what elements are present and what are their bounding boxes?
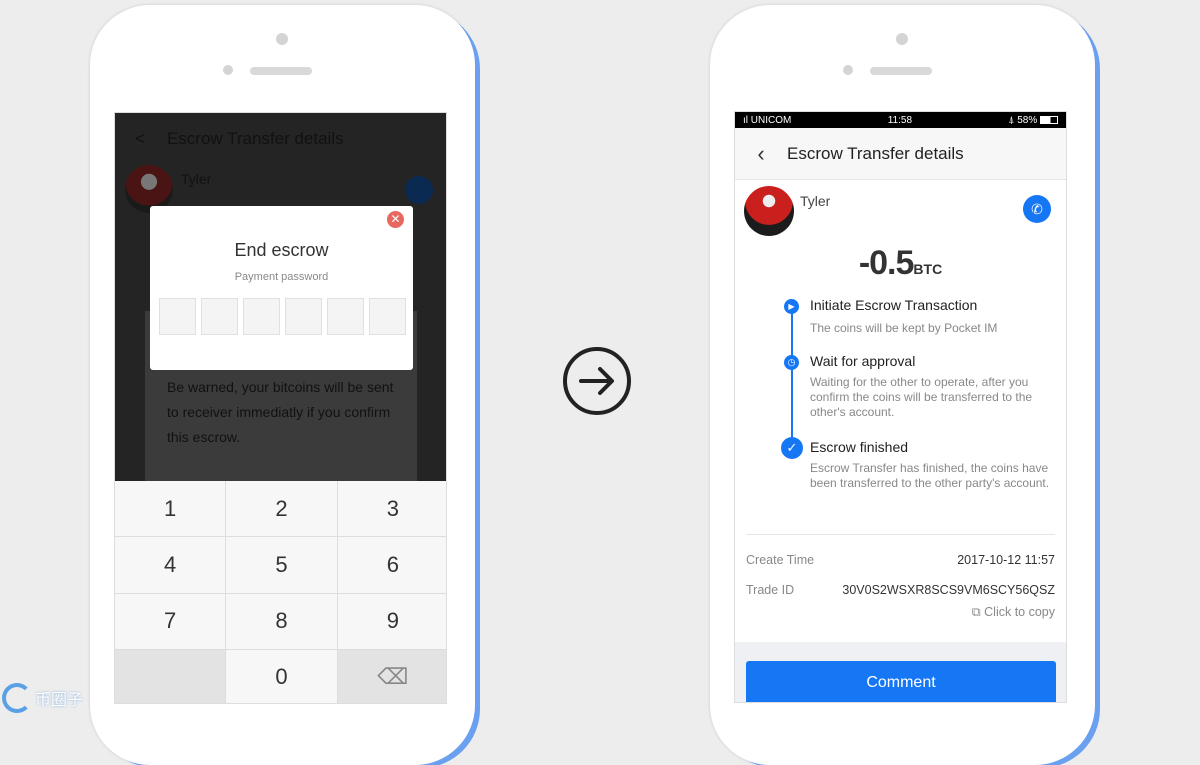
key-0[interactable]: 0 [226,649,337,703]
signal-icon: ıl [743,114,751,126]
step-wait: Wait for approval Waiting for the other … [810,353,1050,420]
user-name: Tyler [181,171,212,187]
step-desc: Waiting for the other to operate, after … [810,375,1033,419]
trade-id-value: 30V0S2WSXR8SCS9VM6SCY56QSZ [842,583,1055,597]
step-desc: Escrow Transfer has finished, the coins … [810,461,1050,490]
user-name: Tyler [800,193,831,209]
arrow-right-icon [563,347,631,415]
avatar[interactable] [744,186,794,236]
battery-icon [1040,115,1058,124]
carrier: UNICOM [750,114,792,126]
check-icon: ✓ [781,437,803,459]
key-8[interactable]: 8 [226,593,337,649]
step-initiate: Initiate Escrow Transaction The coins wi… [810,297,1050,336]
sensor [843,65,853,75]
nav-bar: ‹ Escrow Transfer details [735,128,1066,180]
logo-icon [2,683,32,713]
password-input[interactable] [159,298,406,335]
close-icon[interactable]: ✕ [387,211,404,228]
pin-box[interactable] [327,298,364,335]
right-screen: ıl UNICOM 11:58 ⍋ 58% ‹ Escrow Transfer … [734,111,1067,703]
create-time-value: 2017-10-12 11:57 [957,553,1055,567]
amount: -0.5BTC [735,244,1066,294]
step-desc: The coins will be kept by Pocket IM [810,321,998,335]
watermark-text: 币圈子 [35,692,84,709]
step-finished: Escrow finished Escrow Transfer has fini… [810,439,1050,491]
transaction-info: Create Time 2017-10-12 11:57 Trade ID 30V0… [746,534,1055,620]
dialog-title: End escrow [234,240,329,260]
pin-box[interactable] [285,298,322,335]
progress-timeline: ▶ ◷ ✓ Initiate Escrow Transaction The co… [735,294,1066,534]
key-5[interactable]: 5 [226,537,337,593]
key-7[interactable]: 7 [115,593,226,649]
step-title: Escrow finished [810,439,909,455]
left-phone: < Escrow Transfer details Tyler Be warned… [90,5,475,765]
clock: 11:58 [887,114,913,126]
create-time-label: Create Time [746,553,815,567]
page-title: Escrow Transfer details [787,143,964,163]
step-title: Wait for approval [810,353,916,369]
pin-box[interactable] [159,298,196,335]
clock-icon: ◷ [784,355,799,370]
step-title: Initiate Escrow Transaction [810,297,978,313]
comment-button[interactable]: Comment [746,661,1056,702]
speaker [250,67,312,75]
page-title: Escrow Transfer details [166,129,344,148]
key-9[interactable]: 9 [337,593,446,649]
copy-label: Click to copy [984,605,1055,619]
phone-icon [405,176,433,204]
key-6[interactable]: 6 [337,537,446,593]
trade-id-label: Trade ID [746,583,795,597]
back-icon: < [135,129,145,148]
sensor [223,65,233,75]
battery-percent: 58% [1017,114,1038,126]
right-phone: ıl UNICOM 11:58 ⍋ 58% ‹ Escrow Transfer … [710,5,1095,765]
camera [896,33,908,45]
copy-button[interactable]: ⧉ Click to copy [746,605,1055,620]
bell-icon: ⍋ [1008,114,1018,126]
amount-unit: BTC [913,261,943,277]
phone-call-button[interactable]: ✆ [1023,195,1051,223]
key-2[interactable]: 2 [226,481,337,537]
numeric-keypad: 1 2 3 4 5 6 7 8 9 0 ⌫ [115,481,446,703]
watermark-logo: 币圈子 [2,683,83,713]
dialog-subtitle: Payment password [234,271,329,283]
end-escrow-dialog: ✕ End escrow Payment password [150,206,413,370]
pin-box[interactable] [243,298,280,335]
copy-icon: ⧉ [971,605,985,619]
user-row: Tyler ✆ [735,180,1066,250]
camera [276,33,288,45]
pin-box[interactable] [369,298,406,335]
footer: Comment [735,642,1066,702]
warning-text: Be warned, your bitcoins will be sent to… [167,379,394,445]
key-4[interactable]: 4 [115,537,226,593]
key-3[interactable]: 3 [337,481,446,537]
back-button[interactable]: ‹ [735,141,787,167]
key-blank [115,649,226,703]
key-1[interactable]: 1 [115,481,226,537]
backspace-icon[interactable]: ⌫ [337,649,446,703]
timeline-line [791,306,793,454]
pin-box[interactable] [201,298,238,335]
left-screen: < Escrow Transfer details Tyler Be warned… [114,112,447,704]
speaker [870,67,932,75]
status-bar: ıl UNICOM 11:58 ⍋ 58% [735,112,1066,128]
play-icon: ▶ [784,299,799,314]
